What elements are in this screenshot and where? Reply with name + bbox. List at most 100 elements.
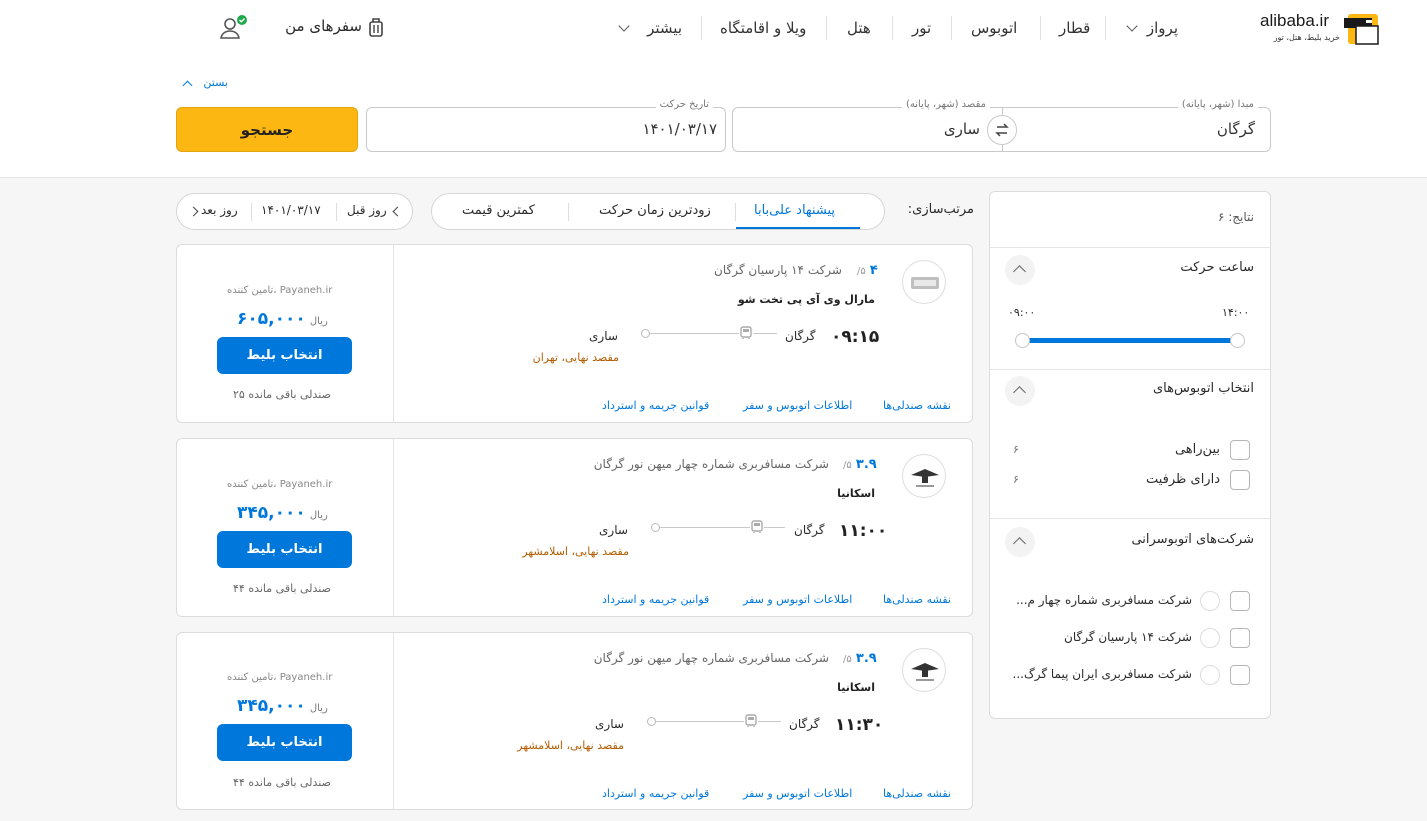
- sort-options: پیشنهاد علی‌بابا زودترین زمان حرکت کمتری…: [431, 193, 885, 230]
- my-trips-button[interactable]: سفرهای من: [282, 15, 388, 41]
- swap-button[interactable]: [987, 115, 1017, 145]
- select-ticket-button[interactable]: انتخاب بلیط: [217, 531, 352, 568]
- prev-day-button[interactable]: روز قبل: [337, 194, 413, 229]
- route-start-dot: [641, 329, 650, 338]
- company-name: شرکت مسافربری شماره چهار میهن نور گرگان: [593, 651, 829, 665]
- refund-rules-link[interactable]: قوانین جریمه و استرداد: [602, 787, 709, 800]
- chevron-up-icon: [1013, 265, 1026, 278]
- bus-info-link[interactable]: اطلاعات اتوبوس و سفر: [743, 787, 852, 800]
- current-date: ۱۴۰۱/۰۳/۱۷: [261, 203, 321, 217]
- company-option[interactable]: شرکت مسافربری ایران پیما گرگ...: [1010, 663, 1250, 687]
- collapse-departure-button[interactable]: [1005, 255, 1035, 285]
- provider-label: تامین کننده، Payaneh.ir: [227, 285, 333, 296]
- company-logo: [902, 260, 946, 304]
- company-logo-icon: [1200, 591, 1220, 611]
- chevron-down-icon: [618, 20, 630, 32]
- route-start-dot: [651, 523, 660, 532]
- departure-filter-title: ساعت حرکت: [1180, 260, 1254, 275]
- section-divider: [990, 369, 1270, 370]
- section-divider: [990, 518, 1270, 519]
- provider-label: تامین کننده، Payaneh.ir: [227, 672, 333, 683]
- swap-icon: [995, 123, 1009, 137]
- departure-time: ۱۱:۳۰: [835, 715, 884, 735]
- checkbox[interactable]: [1230, 591, 1250, 611]
- ticket-price: ریال ۳۴۵,۰۰۰: [237, 696, 328, 716]
- select-ticket-button[interactable]: انتخاب بلیط: [217, 724, 352, 761]
- refund-rules-link[interactable]: قوانین جریمه و استرداد: [602, 593, 709, 606]
- nav-hotel[interactable]: هتل: [847, 17, 871, 39]
- company-filter-title: شرکت‌های اتوبوسرانی: [1131, 532, 1254, 547]
- nav-divider: [1040, 16, 1041, 40]
- checkbox[interactable]: [1230, 628, 1250, 648]
- time-range-track: [1022, 338, 1238, 343]
- origin-field[interactable]: مبدا (شهر، پایانه) گرگان: [1001, 99, 1270, 151]
- bus-info-link[interactable]: اطلاعات اتوبوس و سفر: [743, 399, 852, 412]
- refund-rules-link[interactable]: قوانین جریمه و استرداد: [602, 399, 709, 412]
- company-logo-icon: [1200, 628, 1220, 648]
- company-option[interactable]: شرکت مسافربری شماره چهار م...: [1010, 589, 1250, 613]
- rating: /۵ ۳.۹: [843, 457, 877, 472]
- company-option[interactable]: شرکت ۱۴ پارسیان گرگان: [1010, 626, 1250, 650]
- seat-map-link[interactable]: نقشه صندلی‌ها: [883, 593, 951, 606]
- seat-map-link[interactable]: نقشه صندلی‌ها: [883, 787, 951, 800]
- bus-type-option[interactable]: دارای ظرفیت ۶: [1005, 468, 1250, 492]
- final-destination: مقصد نهایی، تهران: [532, 351, 619, 364]
- company-name: شرکت ۱۴ پارسیان گرگان: [714, 263, 842, 277]
- nav-divider: [951, 16, 952, 40]
- checkbox[interactable]: [1230, 470, 1250, 490]
- bus-icon: [739, 326, 753, 340]
- bus-type-option[interactable]: بین‌راهی ۶: [1005, 438, 1250, 462]
- card-divider: [393, 245, 394, 422]
- seats-remaining: ۴۴ صندلی باقی مانده: [233, 776, 331, 789]
- brand-tagline: خرید بلیط، هتل، تور: [1273, 33, 1340, 42]
- nav-train[interactable]: قطار: [1059, 17, 1090, 39]
- brand-logo[interactable]: alibaba.ir خرید بلیط، هتل، تور: [1258, 10, 1388, 48]
- sort-option-cheapest[interactable]: کمترین قیمت: [432, 194, 568, 229]
- filter-sidebar: نتایج: ۶ ساعت حرکت ۱۴:۰۰ ۰۹:۰۰ انتخاب ات…: [989, 191, 1271, 719]
- bus-type: اسکانیا: [837, 681, 875, 694]
- checkbox[interactable]: [1230, 665, 1250, 685]
- result-card: تامین کننده، Payaneh.ir ریال ۳۴۵,۰۰۰ انت…: [176, 632, 973, 810]
- collapse-bus-types-button[interactable]: [1005, 376, 1035, 406]
- nav-bus[interactable]: اتوبوس: [971, 17, 1017, 39]
- nav-divider: [1105, 16, 1106, 40]
- destination-field[interactable]: مقصد (شهر، پایانه) ساری: [733, 99, 1002, 151]
- departure-max: ۱۴:۰۰: [1222, 306, 1250, 319]
- nav-villa[interactable]: ویلا و اقامتگاه: [720, 17, 806, 39]
- chevron-up-icon: [1013, 386, 1026, 399]
- route-line: [655, 527, 785, 528]
- sort-option-earliest[interactable]: زودترین زمان حرکت: [569, 194, 735, 229]
- time-range-handle-min[interactable]: [1015, 333, 1030, 348]
- origin-city: گرگان: [789, 717, 820, 731]
- section-divider: [990, 247, 1270, 248]
- final-destination: مقصد نهایی، اسلامشهر: [522, 545, 629, 558]
- sort-label: مرتب‌سازی:: [907, 202, 974, 217]
- next-day-button[interactable]: روز بعد: [177, 194, 251, 229]
- departure-min: ۰۹:۰۰: [1008, 306, 1036, 319]
- chevron-down-icon: [1126, 20, 1138, 32]
- checkbox[interactable]: [1230, 440, 1250, 460]
- close-search-toggle[interactable]: بستن: [180, 76, 232, 92]
- sort-option-recommended[interactable]: پیشنهاد علی‌بابا: [736, 194, 860, 229]
- rating: /۵ ۳.۹: [843, 651, 877, 666]
- route-start-dot: [647, 717, 656, 726]
- search-button[interactable]: جستجو: [176, 107, 358, 152]
- user-icon[interactable]: [218, 14, 250, 42]
- nav-tour[interactable]: تور: [912, 17, 931, 39]
- nav-divider: [892, 16, 893, 40]
- seat-map-link[interactable]: نقشه صندلی‌ها: [883, 399, 951, 412]
- day-navigator: روز قبل ۱۴۰۱/۰۳/۱۷ روز بعد: [176, 193, 413, 230]
- time-range-handle-max[interactable]: [1230, 333, 1245, 348]
- company-logo: [902, 648, 946, 692]
- destination-city: ساری: [595, 717, 624, 731]
- seats-remaining: ۲۵ صندلی باقی مانده: [233, 388, 331, 401]
- route-line: [645, 333, 777, 334]
- chevron-left-icon: [392, 206, 403, 217]
- select-ticket-button[interactable]: انتخاب بلیط: [217, 337, 352, 374]
- date-field[interactable]: تاریخ حرکت ۱۴۰۱/۰۳/۱۷: [366, 99, 726, 152]
- collapse-companies-button[interactable]: [1005, 527, 1035, 557]
- provider-label: تامین کننده، Payaneh.ir: [227, 479, 333, 490]
- bus-info-link[interactable]: اطلاعات اتوبوس و سفر: [743, 593, 852, 606]
- seats-remaining: ۴۴ صندلی باقی مانده: [233, 582, 331, 595]
- company-logo: [902, 454, 946, 498]
